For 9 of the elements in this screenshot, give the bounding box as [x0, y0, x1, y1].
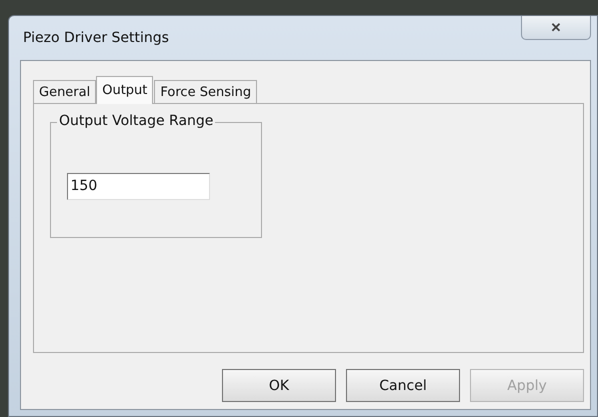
dialog-button[interactable]: OK: [222, 369, 336, 402]
tab[interactable]: Force Sensing: [154, 80, 258, 103]
group-title: Output Voltage Range: [57, 113, 216, 129]
dialog-button[interactable]: Cancel: [346, 369, 460, 402]
tab[interactable]: General: [33, 80, 96, 103]
tab[interactable]: Output: [96, 76, 154, 104]
window-title: Piezo Driver Settings: [22, 30, 169, 46]
voltage-input-field[interactable]: 150: [66, 172, 210, 200]
close-button[interactable]: ✕: [521, 16, 591, 40]
